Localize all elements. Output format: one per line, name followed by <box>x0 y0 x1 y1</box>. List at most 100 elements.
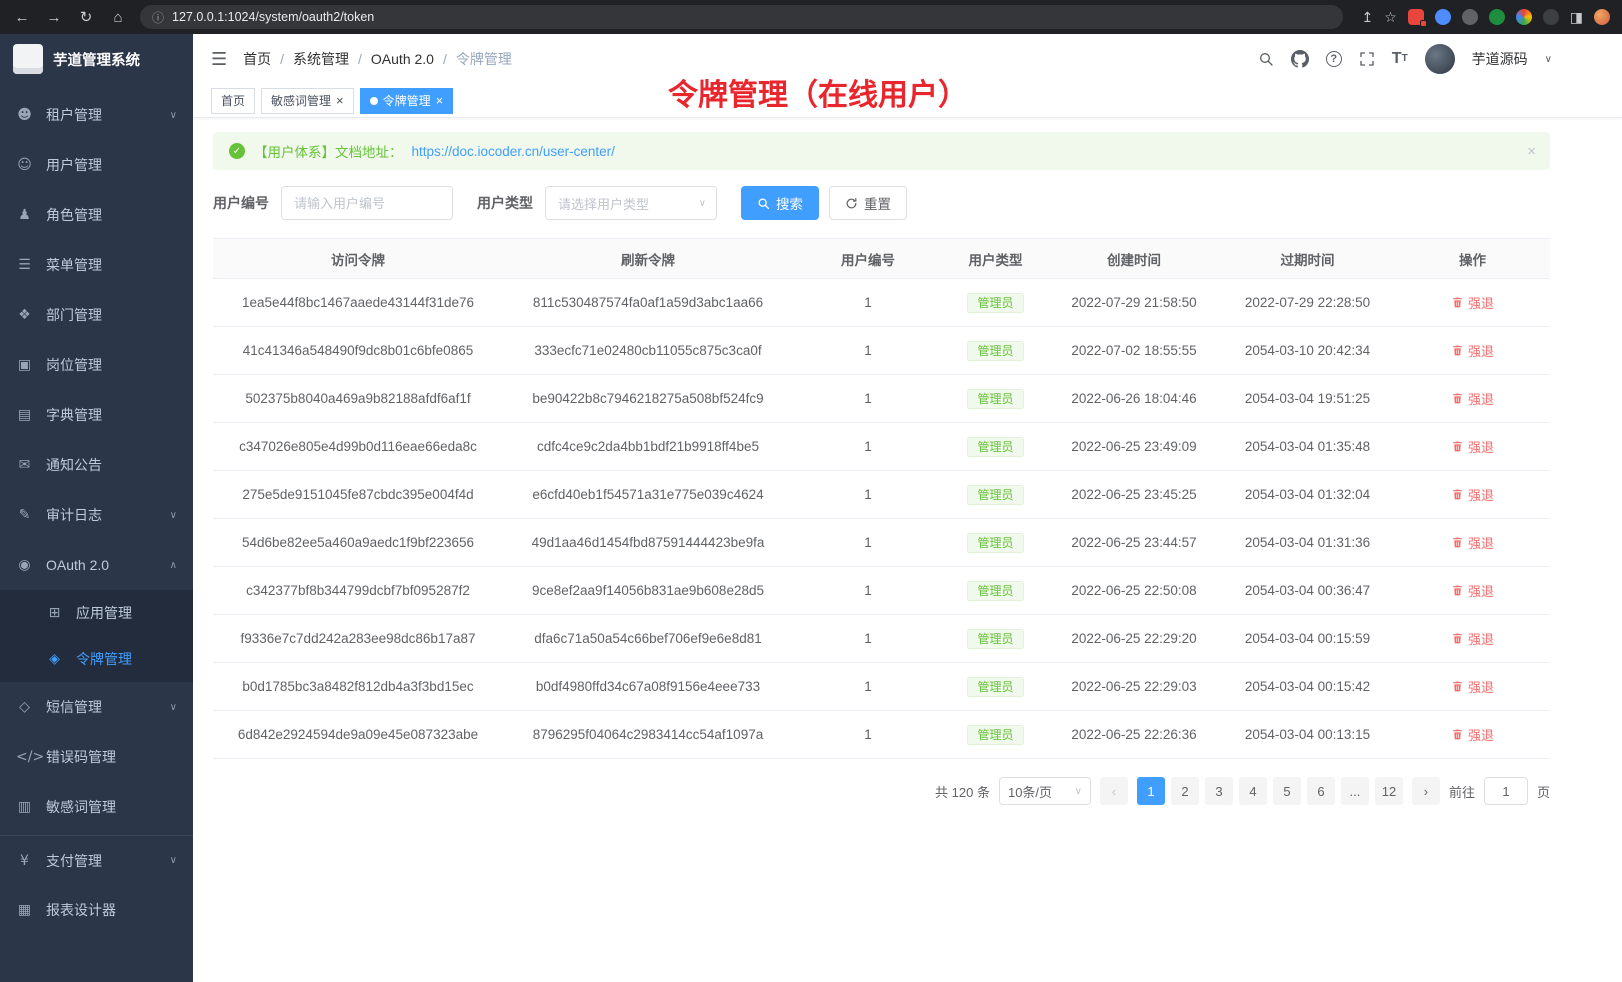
force-logout-button[interactable]: 强退 <box>1451 533 1494 552</box>
sidebar-item-dept[interactable]: ❖部门管理 <box>0 290 193 340</box>
sidebar-item-pay[interactable]: ¥支付管理∨ <box>0 835 193 885</box>
column-header: 访问令牌 <box>213 239 503 279</box>
reload-icon[interactable]: ↻ <box>76 8 96 26</box>
fullscreen-icon[interactable] <box>1359 51 1375 67</box>
user-id-cell: 1 <box>793 279 943 327</box>
create-time-cell: 2022-06-25 22:50:08 <box>1048 567 1220 615</box>
page-number[interactable]: 5 <box>1273 777 1301 805</box>
user-name[interactable]: 芋道源码 <box>1472 49 1528 69</box>
extension-icon-blue[interactable] <box>1435 9 1451 25</box>
user-id-input[interactable] <box>281 186 453 220</box>
extension-icon-red[interactable] <box>1408 9 1424 25</box>
user-type-select[interactable]: 请选择用户类型 ∨ <box>545 186 717 220</box>
column-header: 刷新令牌 <box>503 239 793 279</box>
sidebar-item-label: 应用管理 <box>76 603 132 623</box>
url-bar[interactable]: ⓘ 127.0.0.1:1024/system/oauth2/token <box>140 5 1343 29</box>
tab-item[interactable]: 令牌管理× <box>360 88 454 114</box>
alert-close-icon[interactable]: × <box>1527 143 1536 160</box>
page-number[interactable]: 12 <box>1375 777 1403 805</box>
sidebar-item-tenant[interactable]: ☻租户管理∨ <box>0 90 193 140</box>
tab-item[interactable]: 首页 <box>211 88 255 114</box>
user-type-cell: 管理员 <box>943 279 1048 327</box>
bookmark-star-icon[interactable]: ☆ <box>1384 9 1397 26</box>
force-logout-button[interactable]: 强退 <box>1451 293 1494 312</box>
sidebar-item-label: 部门管理 <box>46 305 102 325</box>
page-ellipsis[interactable]: ... <box>1341 777 1369 805</box>
next-page-button[interactable]: › <box>1412 777 1440 805</box>
user-icon: ☺ <box>16 157 33 173</box>
app-logo[interactable]: 芋道管理系统 <box>0 34 193 84</box>
force-logout-button[interactable]: 强退 <box>1451 629 1494 648</box>
page-number[interactable]: 2 <box>1171 777 1199 805</box>
breadcrumb-item[interactable]: OAuth 2.0 <box>371 51 434 67</box>
forward-icon[interactable]: → <box>44 9 64 26</box>
sidebar-item-post[interactable]: ▣岗位管理 <box>0 340 193 390</box>
page-number[interactable]: 4 <box>1239 777 1267 805</box>
browser-profile-avatar[interactable] <box>1594 9 1610 25</box>
trash-icon <box>1451 440 1464 453</box>
extension-icon-colorful[interactable] <box>1516 9 1532 25</box>
sidebar-item-oauth2[interactable]: ◉OAuth 2.0∧ <box>0 540 193 590</box>
sidebar-item-sensitive-word[interactable]: ▥敏感词管理 <box>0 782 193 832</box>
back-icon[interactable]: ← <box>12 9 32 26</box>
sidebar-item-notice[interactable]: ✉通知公告 <box>0 440 193 490</box>
sidebar-item-report-designer[interactable]: ▦报表设计器 <box>0 885 193 935</box>
top-header: ☰ 首页/系统管理/OAuth 2.0/令牌管理 ? TT 芋道源码 ∨ <box>193 34 1622 84</box>
github-icon[interactable] <box>1291 50 1309 68</box>
chevron-down-icon[interactable]: ∨ <box>1545 54 1552 65</box>
force-logout-button[interactable]: 强退 <box>1451 677 1494 696</box>
sidebar-item-error-code[interactable]: </>错误码管理 <box>0 732 193 782</box>
force-logout-button[interactable]: 强退 <box>1451 389 1494 408</box>
sidebar-item-dict[interactable]: ▤字典管理 <box>0 390 193 440</box>
user-id-cell: 1 <box>793 615 943 663</box>
tab-item[interactable]: 敏感词管理× <box>261 88 354 114</box>
tab-close-icon[interactable]: × <box>336 94 344 107</box>
share-icon[interactable]: ↥ <box>1361 9 1373 26</box>
breadcrumb-item[interactable]: 首页 <box>243 49 271 69</box>
user-id-label: 用户编号 <box>213 193 269 213</box>
page-number[interactable]: 3 <box>1205 777 1233 805</box>
search-icon[interactable] <box>1258 51 1274 67</box>
page-number[interactable]: 6 <box>1307 777 1335 805</box>
expire-time-cell: 2054-03-04 00:15:59 <box>1220 615 1395 663</box>
user-type-badge: 管理员 <box>967 341 1023 361</box>
force-logout-button[interactable]: 强退 <box>1451 581 1494 600</box>
goto-page-input[interactable] <box>1484 777 1528 805</box>
sidebar-item-audit-log[interactable]: ✎审计日志∨ <box>0 490 193 540</box>
breadcrumb-separator: / <box>280 51 284 67</box>
tab-close-icon[interactable]: × <box>436 94 444 107</box>
prev-page-button[interactable]: ‹ <box>1100 777 1128 805</box>
home-icon[interactable]: ⌂ <box>108 9 128 26</box>
sidebar-item-token[interactable]: ◈令牌管理 <box>0 636 193 682</box>
doc-link[interactable]: https://doc.iocoder.cn/user-center/ <box>412 144 615 159</box>
question-mark: ? <box>1326 51 1342 67</box>
table-row: f9336e7c7dd242a283ee98dc86b17a87dfa6c71a… <box>213 615 1550 663</box>
help-icon[interactable]: ? <box>1326 51 1342 67</box>
sidebar-item-menu[interactable]: ☰菜单管理 <box>0 240 193 290</box>
force-logout-button[interactable]: 强退 <box>1451 725 1494 744</box>
page-size-select[interactable]: 10条/页 ∨ <box>999 777 1091 805</box>
sidebar-item-user[interactable]: ☺用户管理 <box>0 140 193 190</box>
extension-icon-green[interactable] <box>1489 9 1505 25</box>
force-logout-button[interactable]: 强退 <box>1451 485 1494 504</box>
sidebar-item-sms[interactable]: ◇短信管理∨ <box>0 682 193 732</box>
split-view-icon[interactable]: ◨ <box>1570 9 1583 26</box>
search-button[interactable]: 搜索 <box>741 186 819 220</box>
page-number[interactable]: 1 <box>1137 777 1165 805</box>
extension-icon-dark-2[interactable] <box>1543 9 1559 25</box>
main-panel: ☰ 首页/系统管理/OAuth 2.0/令牌管理 ? TT 芋道源码 ∨ 首页敏… <box>193 34 1622 982</box>
sidebar-collapse-icon[interactable]: ☰ <box>211 49 227 70</box>
user-avatar[interactable] <box>1425 44 1455 74</box>
user-type-badge: 管理员 <box>967 437 1023 457</box>
sidebar-item-app[interactable]: ⊞应用管理 <box>0 590 193 636</box>
font-size-icon[interactable]: TT <box>1392 51 1408 67</box>
force-logout-button[interactable]: 强退 <box>1451 341 1494 360</box>
force-logout-button[interactable]: 强退 <box>1451 437 1494 456</box>
breadcrumb-item[interactable]: 系统管理 <box>293 49 349 69</box>
sidebar-item-label: 错误码管理 <box>46 747 116 767</box>
extension-icon-dark[interactable] <box>1462 9 1478 25</box>
reset-button[interactable]: 重置 <box>829 186 907 220</box>
user-type-cell: 管理员 <box>943 327 1048 375</box>
sidebar-item-role[interactable]: ♟角色管理 <box>0 190 193 240</box>
site-info-icon[interactable]: ⓘ <box>152 9 164 26</box>
